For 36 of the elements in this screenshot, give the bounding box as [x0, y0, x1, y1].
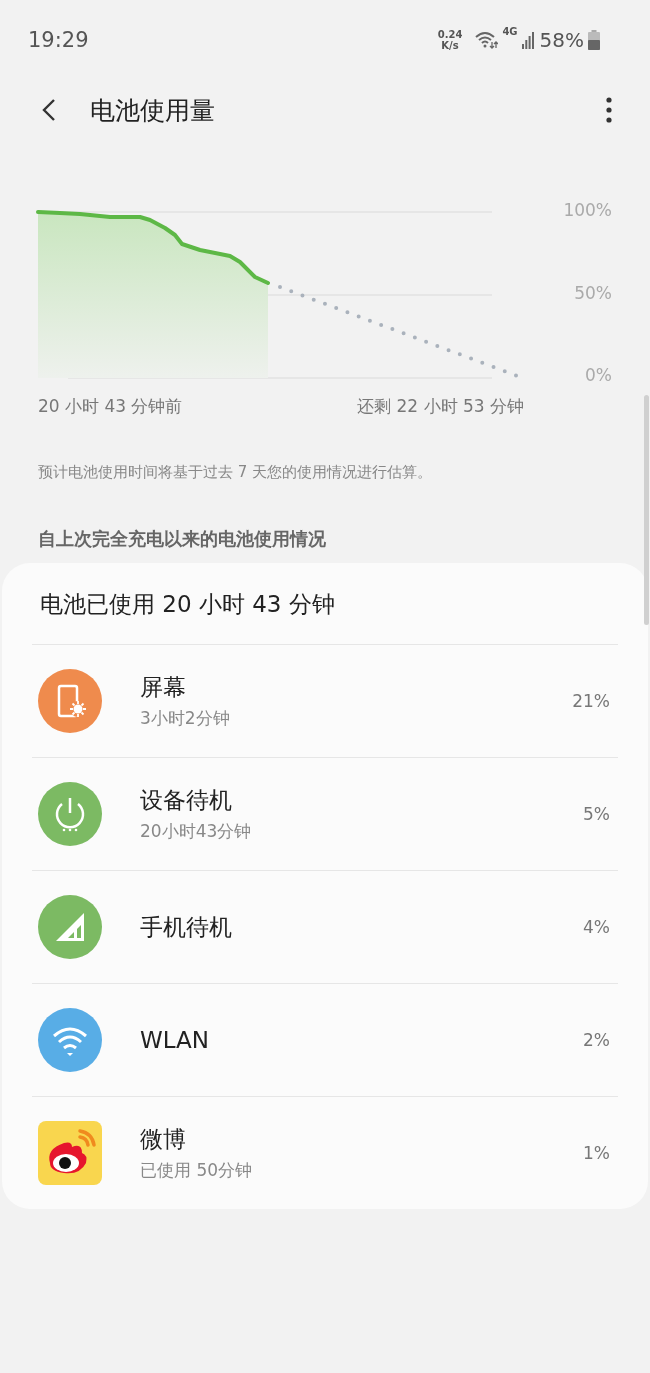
- page-title: 电池使用量: [90, 94, 216, 127]
- signal-icon: [521, 31, 534, 49]
- battery-percent: 58%: [539, 28, 584, 52]
- usage-item[interactable]: 设备待机 20小时43分钟 5%: [32, 758, 618, 871]
- battery-icon: [588, 30, 600, 50]
- time-label: 还剩 22 小时 53 分钟: [357, 395, 524, 418]
- usage-item[interactable]: 微博 已使用 50分钟 1%: [32, 1097, 618, 1209]
- usage-item[interactable]: WLAN 2%: [32, 984, 618, 1097]
- axis-tick-label: 50%: [574, 282, 612, 303]
- usage-percent: 2%: [583, 1030, 610, 1050]
- usage-percent: 21%: [572, 691, 610, 711]
- estimate-note: 预计电池使用时间将基于过去 7 天您的使用情况进行估算。: [38, 463, 434, 482]
- usage-duration: 已使用 50分钟: [140, 1159, 254, 1182]
- usage-name: 设备待机: [140, 786, 233, 815]
- network-type: 4G: [502, 26, 518, 37]
- time-label: 20 小时 43 分钟前: [38, 395, 183, 418]
- more-icon: [606, 97, 612, 123]
- usage-total: 电池已使用 20 小时 43 分钟: [32, 563, 618, 645]
- usage-item[interactable]: 手机待机 4%: [32, 871, 618, 984]
- wifi-icon: [474, 30, 499, 50]
- usage-item[interactable]: 屏幕 3小时2分钟 21%: [32, 645, 618, 758]
- usage-duration: 3小时2分钟: [140, 707, 231, 730]
- usage-name: 屏幕: [140, 673, 187, 702]
- usage-name: 微博: [140, 1125, 187, 1154]
- usage-name: 手机待机: [140, 912, 233, 942]
- usage-percent: 4%: [583, 917, 610, 937]
- usage-duration: 20小时43分钟: [140, 820, 253, 843]
- usage-percent: 1%: [583, 1143, 610, 1163]
- usage-name: WLAN: [140, 1027, 211, 1053]
- section-title: 自上次完全充电以来的电池使用情况: [38, 527, 327, 551]
- back-icon: [42, 98, 56, 122]
- axis-tick-label: 100%: [563, 200, 612, 220]
- usage-percent: 5%: [583, 804, 610, 824]
- clock: 19:29: [28, 28, 89, 52]
- axis-tick-label: 0%: [585, 365, 612, 385]
- network-speed: 0.24 K/s: [437, 29, 463, 51]
